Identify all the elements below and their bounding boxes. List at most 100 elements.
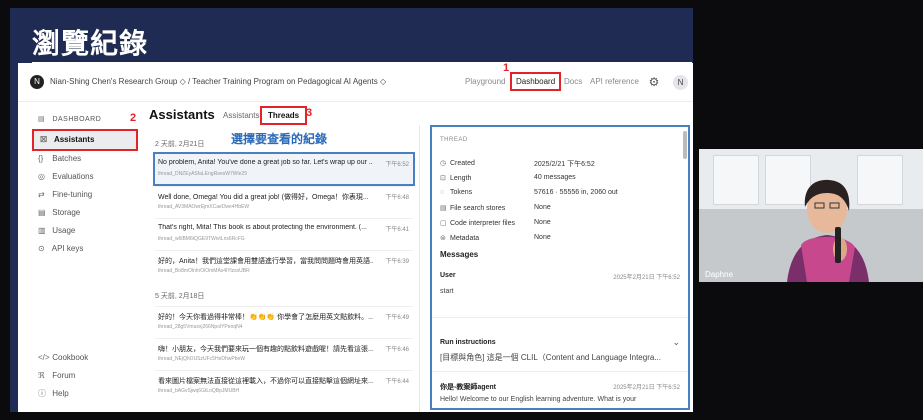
tab-assistants[interactable]: Assistants bbox=[218, 109, 264, 122]
thread-title: Well done, Omega! You did a great job! (… bbox=[158, 194, 369, 201]
date-group-label: 5 天前, 2月18日 bbox=[155, 293, 205, 300]
thread-id: thread_28g5Vmuxxj266NpolYPeoqN4 bbox=[158, 324, 243, 330]
thread-row[interactable]: 嗨！小朋友，今天我們要來玩一個有趣的點飲料遊戲喔！請先看這張... thread… bbox=[155, 338, 413, 369]
nav-api-reference[interactable]: API reference bbox=[590, 77, 639, 86]
sidebar-item-assistants[interactable]: ☒ Assistants bbox=[32, 129, 138, 151]
prop-label: Tokens bbox=[450, 189, 473, 196]
sidebar-item-fine-tuning[interactable]: ⇄ Fine-tuning bbox=[38, 186, 92, 204]
select-record-annotation: 選擇要查看的紀錄 bbox=[231, 132, 328, 146]
prop-value: 2025/2/21 下午6:52 bbox=[534, 161, 595, 168]
thread-title: No problem, Anita! You've done a great j… bbox=[158, 159, 373, 166]
date-group-label: 2 天前, 2月21日 bbox=[155, 141, 205, 148]
thread-row-selected[interactable]: No problem, Anita! You've done a great j… bbox=[153, 152, 415, 186]
prop-value: None bbox=[534, 204, 551, 211]
sidebar-item-api-keys[interactable]: ⊙ API keys bbox=[38, 240, 83, 258]
thread-row[interactable]: 好的，Anita！我們這堂課會用雙語進行學習，當我問問題時會用英語... thr… bbox=[155, 250, 413, 281]
tokens-icon: ◌ bbox=[440, 189, 445, 196]
user-avatar[interactable]: N bbox=[673, 75, 688, 90]
thread-title: 好的，Anita！我們這堂課會用雙語進行學習，當我問問題時會用英語... bbox=[158, 258, 373, 265]
sidebar-item-evaluations[interactable]: ◎ Evaluations bbox=[38, 168, 94, 186]
thread-row[interactable]: 好的！今天你看過得非常棒！👏👏👏 你學會了怎麼用英文點飲料。... thread… bbox=[155, 306, 413, 337]
thread-time: 下午6:48 bbox=[385, 195, 409, 201]
sidebar-item-label: Cookbook bbox=[52, 353, 89, 362]
braces-icon: {} bbox=[38, 154, 44, 163]
sidebar-item-storage[interactable]: ▤ Storage bbox=[38, 204, 80, 222]
key-icon: ⊙ bbox=[38, 244, 45, 253]
prop-label: Length bbox=[450, 175, 472, 182]
sidebar-item-label: Assistants bbox=[53, 135, 95, 144]
chevron-down-icon[interactable]: ⌄ bbox=[672, 337, 680, 348]
sidebar-item-cookbook[interactable]: </> Cookbook bbox=[38, 349, 88, 367]
annotation-number-1: 1 bbox=[503, 62, 510, 74]
org-project-breadcrumb[interactable]: Nian-Shing Chen's Research Group ◇ / Tea… bbox=[50, 77, 386, 86]
thread-time: 下午6:41 bbox=[385, 227, 409, 233]
threads-list[interactable]: 2 天前, 2月21日 選擇要查看的紀錄 No problem, Anita! … bbox=[149, 125, 421, 412]
prop-file-search: ▤ File search stores None bbox=[440, 204, 551, 216]
thread-caption: THREAD bbox=[440, 137, 468, 143]
assistant-icon: ☒ bbox=[40, 135, 48, 144]
thread-detail-panel[interactable]: THREAD ◷ Created 2025/2/21 下午6:52 ⊡ Length 4… bbox=[430, 125, 690, 410]
thread-time: 下午6:49 bbox=[385, 315, 409, 321]
sidebar: ▤ DASHBOARD 2 ☒ Assistants {} Batches ◎ … bbox=[18, 101, 142, 412]
prop-metadata: ⊜ Metadata None bbox=[440, 234, 551, 246]
prop-label: Code interpreter files bbox=[450, 220, 515, 227]
prop-value: 57616 · 55556 in, 2060 out bbox=[534, 189, 618, 196]
storage-icon: ▤ bbox=[38, 208, 46, 217]
tune-icon: ⇄ bbox=[38, 190, 45, 199]
panel-scrollbar[interactable] bbox=[683, 131, 687, 159]
nav-dashboard[interactable]: Dashboard bbox=[510, 72, 562, 91]
list-divider bbox=[419, 125, 420, 412]
thread-title: 看來圖片檔案無法直接從這裡載入，不過你可以直接點擊這個網址來... bbox=[158, 378, 373, 385]
thread-row[interactable]: 看來圖片檔案無法直接從這裡載入，不過你可以直接點擊這個網址來... thread… bbox=[155, 370, 413, 401]
bar-chart-icon: ▥ bbox=[38, 226, 46, 235]
prop-tokens: ◌ Tokens 57616 · 55556 in, 2060 out bbox=[440, 189, 618, 201]
nav-docs[interactable]: Docs bbox=[564, 77, 582, 86]
sidebar-item-batches[interactable]: {} Batches bbox=[38, 150, 81, 168]
thread-id: thread_Bo8mOlnhrOiOmMAs4lYlzsxUBR bbox=[158, 268, 250, 274]
tab-threads[interactable]: Threads bbox=[260, 106, 308, 125]
forum-icon: ℜ bbox=[38, 371, 45, 380]
sidebar-item-label: Fine-tuning bbox=[52, 190, 93, 199]
sidebar-item-label: Help bbox=[52, 389, 69, 398]
sidebar-dashboard-header: ▤ DASHBOARD bbox=[38, 111, 101, 129]
thread-id: thread_w6lBM6tQGE9TWivtLns6RcFG bbox=[158, 236, 245, 242]
openai-dashboard-window: N Nian-Shing Chen's Research Group ◇ / T… bbox=[18, 62, 693, 412]
org-avatar[interactable]: N bbox=[30, 75, 44, 89]
sidebar-item-usage[interactable]: ▥ Usage bbox=[38, 222, 75, 240]
sidebar-item-label: API keys bbox=[51, 244, 84, 253]
thread-time: 下午6:39 bbox=[385, 259, 409, 265]
thread-id: thread_NEjQhOUSzUFc5HeDhwPbeW bbox=[158, 356, 245, 362]
thread-row[interactable]: Well done, Omega! You did a great job! (… bbox=[155, 186, 413, 217]
prop-value: 40 messages bbox=[534, 174, 576, 181]
settings-gear-icon[interactable]: ⚙ bbox=[646, 74, 662, 90]
sidebar-item-help[interactable]: ⓘ Help bbox=[38, 385, 69, 403]
run-instructions-label[interactable]: Run instructions bbox=[440, 339, 496, 346]
nav-playground[interactable]: Playground bbox=[465, 77, 505, 86]
annotation-number-3: 3 bbox=[306, 107, 313, 119]
person-figure bbox=[787, 179, 869, 282]
prop-label: File search stores bbox=[450, 205, 506, 212]
thread-time: 下午6:52 bbox=[385, 162, 409, 168]
bottom-letterbox bbox=[0, 412, 923, 420]
prop-value: None bbox=[534, 219, 551, 226]
message-time: 2025年2月21日 下午6:52 bbox=[613, 275, 680, 281]
message-text: start bbox=[440, 288, 454, 295]
sidebar-item-label: Forum bbox=[52, 371, 76, 380]
clock-icon: ◷ bbox=[440, 160, 447, 167]
dashboard-icon: ▤ bbox=[38, 116, 46, 123]
prop-label: Created bbox=[450, 160, 475, 167]
message-text: Hello! Welcome to our English learning a… bbox=[440, 396, 637, 403]
message-role: 你是-教案師agent bbox=[440, 384, 496, 391]
prop-created: ◷ Created 2025/2/21 下午6:52 bbox=[440, 159, 595, 171]
thread-id: thread_AV3MAOwrEjmXCaeDwe4HbEW bbox=[158, 204, 250, 210]
page-title: Assistants bbox=[149, 107, 215, 122]
message-time: 2025年2月21日 下午6:52 bbox=[613, 385, 680, 391]
sidebar-dashboard-label: DASHBOARD bbox=[52, 116, 102, 123]
thread-title: That's right, Mita! This book is about p… bbox=[158, 224, 367, 231]
sidebar-item-label: Batches bbox=[52, 154, 82, 163]
screen: 瀏覽紀錄 N Nian-Shing Chen's Research Group … bbox=[0, 0, 923, 420]
annotation-number-2: 2 bbox=[130, 112, 137, 124]
sidebar-item-forum[interactable]: ℜ Forum bbox=[38, 367, 75, 385]
sidebar-item-label: Storage bbox=[52, 208, 81, 217]
thread-row[interactable]: That's right, Mita! This book is about p… bbox=[155, 218, 413, 249]
